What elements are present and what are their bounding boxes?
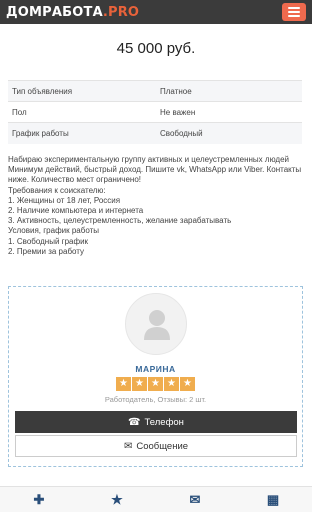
detail-value: Не важен (156, 101, 302, 123)
description-line: Набираю экспериментальную группу активны… (8, 155, 289, 164)
description-line: Минимум действий, быстрый доход. Пишите … (8, 165, 302, 185)
table-row: График работы Свободный (8, 122, 302, 144)
detail-key: Тип объявления (8, 80, 156, 102)
envelope-icon[interactable]: ✉ (175, 490, 215, 510)
description-line: 2. Премии за работу (8, 246, 85, 256)
top-navbar: ДОМРАБОТА.PRO (0, 0, 312, 24)
detail-value: Свободный (156, 122, 302, 144)
description-line: Условия, график работы (8, 226, 100, 236)
table-row: Тип объявления Платное (8, 80, 302, 102)
detail-key: Пол (8, 101, 156, 123)
phone-icon: ☎ (128, 416, 141, 428)
description-line: 3. Активность, целеустремленность, желан… (8, 216, 232, 226)
site-logo[interactable]: ДОМРАБОТА.PRO (6, 5, 139, 20)
user-silhouette-icon (144, 310, 170, 340)
star-icon: ★ (116, 377, 131, 391)
avatar (125, 293, 187, 355)
detail-value: Платное (156, 80, 302, 102)
seller-meta: Работодатель, Отзывы: 2 шт. (104, 395, 207, 404)
star-icon: ★ (132, 377, 147, 391)
detail-key: График работы (8, 122, 156, 144)
phone-button[interactable]: ☎ Телефон (15, 411, 297, 433)
star-icon: ★ (164, 377, 179, 391)
rating-stars: ★ ★ ★ ★ ★ (116, 377, 195, 391)
description-line: 1. Женщины от 18 лет, Россия (8, 195, 121, 205)
message-button-label: Сообщение (136, 440, 189, 452)
bottom-nav: ✚ ★ ✉ ▦ (0, 486, 312, 512)
listing-details-table: Тип объявления Платное Пол Не важен Граф… (8, 80, 302, 144)
logo-main: ДОМРАБОТА (6, 4, 103, 20)
table-row: Пол Не важен (8, 101, 302, 123)
star-icon: ★ (180, 377, 195, 391)
logo-suffix: .PRO (102, 4, 140, 20)
description-line: Требования к соискателю: (8, 185, 106, 195)
plus-icon[interactable]: ✚ (19, 490, 59, 510)
envelope-icon: ✉ (123, 440, 133, 452)
description-line: 1. Свободный график (8, 236, 89, 246)
grid-icon[interactable]: ▦ (253, 490, 293, 510)
menu-toggle-button[interactable] (282, 3, 306, 21)
hamburger-icon (288, 7, 300, 9)
star-icon: ★ (148, 377, 163, 391)
price-label: 45 000 руб. (116, 40, 196, 57)
description-line: 2. Наличие компьютера и интернета (8, 206, 144, 216)
message-button[interactable]: ✉ Сообщение (15, 435, 297, 457)
seller-card: МАРИНА ★ ★ ★ ★ ★ Работодатель, Отзывы: 2… (8, 286, 303, 467)
listing-description: Набираю экспериментальную группу активны… (8, 155, 304, 257)
phone-button-label: Телефон (144, 416, 184, 428)
star-icon[interactable]: ★ (97, 490, 137, 510)
seller-name[interactable]: МАРИНА (9, 364, 302, 374)
